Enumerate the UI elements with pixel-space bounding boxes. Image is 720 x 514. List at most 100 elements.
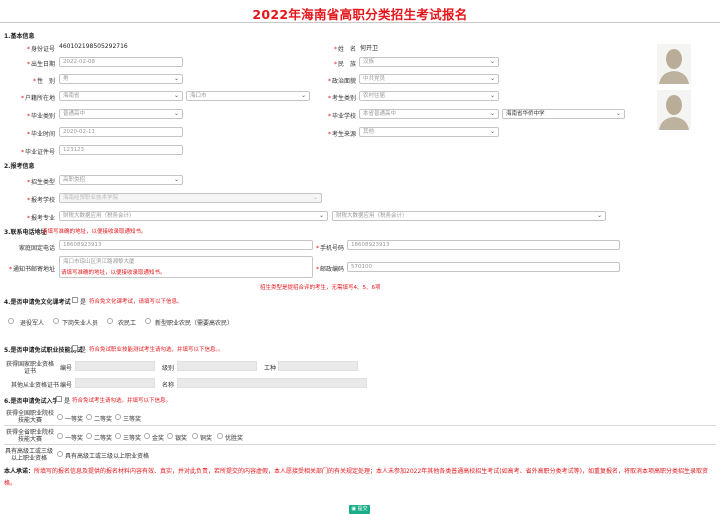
s5-checkbox[interactable] [72,345,78,351]
apply-major-select-2[interactable]: 财税大数据应用（税务会计） ⌄ [332,211,606,221]
s5-other-num-label: 编号 [60,382,73,389]
registration-page: 2022年海南省高职分类招生考试报名 1.基本信息 *身份证号 46010219… [0,0,720,514]
s5-note: 符合免试职业技能测试考生请勾选，并填写以下信息。。 [89,347,224,353]
s6-row1-radio-3[interactable] [115,414,121,420]
home-phone-input[interactable]: 18608923913 [59,240,313,250]
ethnic-select[interactable]: 汉族 ⌄ [359,57,499,67]
chevron-down-icon: ⌄ [489,92,495,99]
apply-major-label: *报考专业 [26,215,55,222]
s6-row1-radio-2[interactable] [86,414,92,420]
s6-row2-opt-3: 三等奖 [123,435,142,442]
s6-row3-label: 具有高级工或三级以上职业资格 [4,448,53,462]
political-select[interactable]: 中共党员 ⌄ [359,74,499,84]
s6-row2-opt-6: 铜奖 [200,435,213,442]
gender-label: *性 别 [32,78,55,85]
hukou-province-select[interactable]: 海南省 ⌄ [59,91,183,101]
s6-row1-radio-1[interactable] [57,414,63,420]
school-type-select[interactable]: 本省普通高中 ⌄ [359,109,499,119]
cert-input[interactable]: 123123 [59,145,183,155]
s6-row2-opt-4: 金奖 [152,435,165,442]
apply-type-label: *招生类型 [26,179,55,186]
s6-row3-radio[interactable] [57,451,63,457]
political-label: *政治面貌 [327,78,356,85]
apply-major-select-1[interactable]: 财税大数据应用（税务会计） ⌄ [59,211,328,221]
s6-row2-radio-4[interactable] [144,433,150,439]
section-apply-title: 2.报考信息 [4,163,35,170]
s6-row2-opt-2: 二等奖 [94,435,113,442]
s6-row2-radio-1[interactable] [57,433,63,439]
s5-level-label: 级别 [162,365,175,372]
section-s6-title: 6.是否申请免试入学 [4,398,59,405]
s5-other-name-input[interactable] [177,378,367,388]
chevron-down-icon: ⌄ [489,75,495,82]
s4-note: 符合免文化课考试，请填写以下信息。 [89,299,183,305]
chevron-down-icon: ⌄ [489,110,495,117]
s5-level-input[interactable] [177,361,257,371]
zip-input[interactable]: 570100 [347,262,620,272]
s4-option-radio-4[interactable] [145,318,151,324]
s6-row-divider-2 [4,444,716,445]
s6-row2-opt-5: 银奖 [175,435,188,442]
apply-type-select[interactable]: 高职类招 ⌄ [59,175,183,185]
chevron-down-icon: ⌄ [173,75,179,82]
gradtype-label: *毕业类别 [26,113,55,120]
s4-checkbox[interactable] [72,297,78,303]
chevron-down-icon: ⌄ [173,110,179,117]
s6-row1-opt-2: 二等奖 [94,416,113,423]
s5-yes-label: 是 [80,347,87,354]
mobile-input[interactable]: 18608923913 [347,240,620,250]
pledge-body: 所填写的报名信息及提供的报名材料内容有效、真实，并对此负责，若所提交的内容虚假，… [4,468,708,487]
page-title: 2022年海南省高职分类招生考试报名 [252,7,468,22]
s6-row2-radio-5[interactable] [167,433,173,439]
birth-label: *出生日期 [26,61,55,68]
s6-row3-opt: 具有高级工或三级以上职业资格 [65,453,150,460]
pledge-lead: 本人承诺： [4,468,35,475]
hukou-city-select[interactable]: 海口市 ⌄ [186,91,310,101]
gradtime-input[interactable]: 2020-02-11 [59,127,183,137]
school-name-select[interactable]: 海南省华侨中学 ⌄ [502,109,625,119]
s6-note: 符合免试考生请勾选，并填写以下信息。 [72,398,172,404]
photo-2 [657,90,691,130]
s4-option-radio-2[interactable] [53,318,59,324]
birth-input[interactable]: 2022-02-08 [59,57,183,67]
s6-row2-radio-7[interactable] [217,433,223,439]
category-select[interactable]: 农村往届 ⌄ [359,91,499,101]
chevron-down-icon: ⌄ [489,58,495,65]
id-value: 460102198505292716 [59,43,128,50]
title-divider [0,22,720,23]
gradtype-select[interactable]: 普通高中 ⌄ [59,109,183,119]
submit-button[interactable]: ▣ 提交 [349,505,370,514]
source-label: *考生来源 [327,131,356,138]
s6-row2-opt-1: 一等奖 [65,435,84,442]
s4-option-label-1: 退役军人 [20,320,45,327]
contact-red-note: 招生类型是提招合评的考生，无需填写4、5、6项 [260,285,381,291]
s5-other-num-input[interactable] [75,378,155,388]
zip-label: *邮政编码 [315,266,344,273]
s6-checkbox[interactable] [56,396,62,402]
submit-label: 提交 [357,506,368,512]
s4-option-radio-3[interactable] [107,318,113,324]
s6-row2-radio-2[interactable] [86,433,92,439]
chevron-down-icon: ⌄ [615,110,621,117]
s6-row2-radio-6[interactable] [192,433,198,439]
gender-select[interactable]: 男 ⌄ [59,74,183,84]
id-label: *身份证号 [26,46,55,53]
s6-row2-radio-3[interactable] [115,433,121,439]
chevron-down-icon: ⌄ [173,92,179,99]
submit-icon: ▣ [351,506,357,512]
source-select[interactable]: 其他 ⌄ [359,127,499,137]
s5-type-input[interactable] [278,361,358,371]
s5-other-name-label: 名称 [162,382,175,389]
pledge-text: 本人承诺：所填写的报名信息及提供的报名材料内容有效、真实，并对此负责，若所提交的… [4,466,716,490]
name-value: 何开卫 [360,45,379,52]
section-contact-title: 3.联系电话地址 [4,229,47,236]
apply-school-select[interactable]: 海南经贸职业技术学院 ⌄ [59,193,322,203]
s5-num-input[interactable] [75,361,155,371]
cert-label: *毕业证件号 [20,149,55,156]
s6-row-divider-1 [4,425,716,426]
s6-row1-opt-1: 一等奖 [65,416,84,423]
s4-option-label-4: 新型职业农民（需要高农民） [155,320,234,327]
s4-option-label-3: 农民工 [118,320,137,327]
s6-row1-opt-3: 三等奖 [123,416,142,423]
s4-option-radio-1[interactable] [8,318,14,324]
